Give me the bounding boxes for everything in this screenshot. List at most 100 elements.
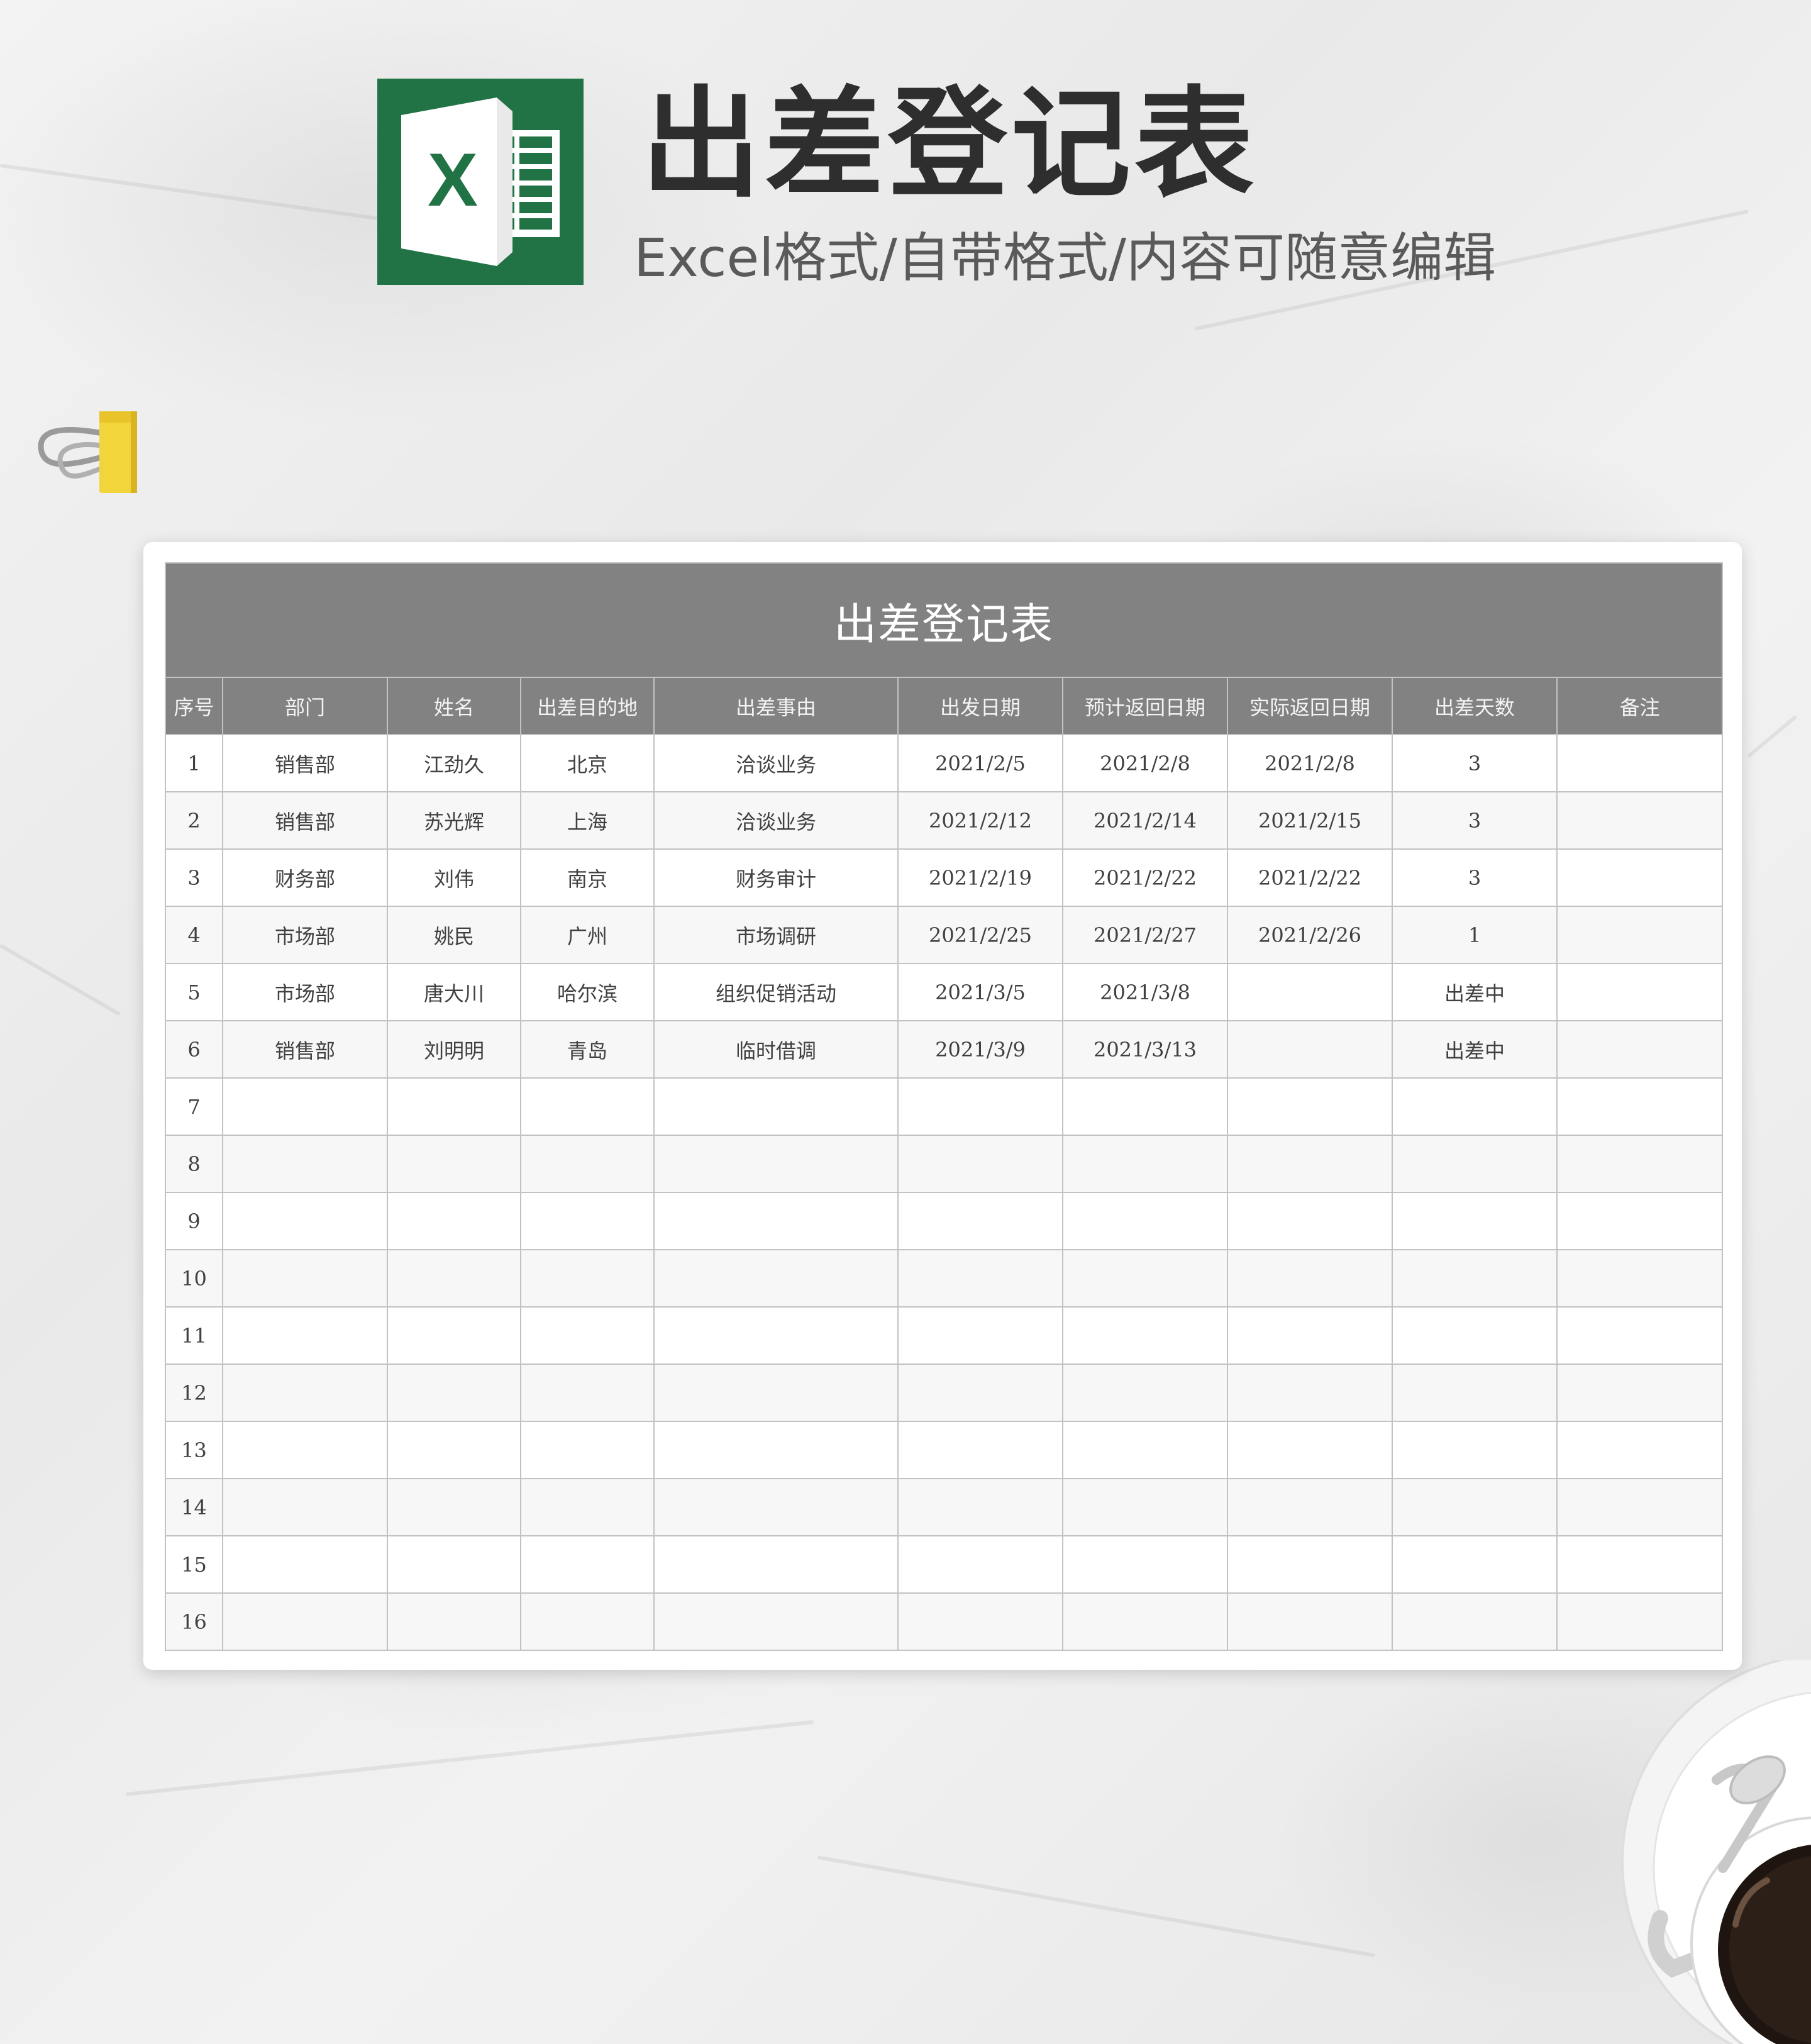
table-cell-destination[interactable]: 上海 — [520, 791, 655, 850]
table-cell-remarks[interactable] — [1556, 1249, 1724, 1308]
table-cell-department[interactable]: 销售部 — [222, 734, 388, 792]
table-cell-destination[interactable]: 青岛 — [520, 1020, 655, 1079]
table-cell-remarks[interactable] — [1556, 1077, 1724, 1136]
column-header-actual-return[interactable]: 实际返回日期 — [1227, 677, 1393, 735]
table-cell-index[interactable]: 2 — [165, 791, 223, 850]
table-cell-destination[interactable]: 南京 — [520, 848, 655, 907]
table-cell-index[interactable]: 6 — [165, 1020, 223, 1079]
table-cell-depart-date[interactable] — [897, 1192, 1063, 1250]
table-cell-actual-return[interactable]: 2021/2/8 — [1227, 734, 1393, 792]
table-cell-days[interactable]: 3 — [1392, 848, 1558, 907]
table-cell-name[interactable] — [387, 1478, 521, 1536]
table-cell-expected-return[interactable] — [1062, 1535, 1228, 1594]
table-cell-depart-date[interactable]: 2021/2/25 — [897, 906, 1063, 964]
table-cell-department[interactable] — [222, 1306, 388, 1365]
table-cell-remarks[interactable] — [1556, 1478, 1724, 1536]
table-cell-destination[interactable] — [520, 1192, 655, 1250]
table-cell-index[interactable]: 7 — [165, 1077, 223, 1136]
table-cell-purpose[interactable]: 组织促销活动 — [653, 963, 899, 1021]
table-cell-expected-return[interactable] — [1062, 1077, 1228, 1136]
table-cell-expected-return[interactable] — [1062, 1478, 1228, 1536]
table-cell-remarks[interactable] — [1556, 1192, 1724, 1250]
table-cell-expected-return[interactable] — [1062, 1306, 1228, 1365]
table-cell-depart-date[interactable]: 2021/2/12 — [897, 791, 1063, 850]
table-cell-purpose[interactable] — [653, 1421, 899, 1479]
table-cell-expected-return[interactable] — [1062, 1135, 1228, 1193]
table-cell-name[interactable] — [387, 1249, 521, 1308]
table-cell-expected-return[interactable] — [1062, 1421, 1228, 1479]
table-cell-expected-return[interactable]: 2021/2/22 — [1062, 848, 1228, 907]
column-header-index[interactable]: 序号 — [165, 677, 223, 735]
table-cell-department[interactable] — [222, 1364, 388, 1422]
table-cell-purpose[interactable] — [653, 1249, 899, 1308]
table-cell-expected-return[interactable] — [1062, 1364, 1228, 1422]
table-cell-index[interactable]: 5 — [165, 963, 223, 1021]
table-cell-remarks[interactable] — [1556, 1535, 1724, 1594]
table-cell-department[interactable] — [222, 1077, 388, 1136]
table-cell-depart-date[interactable] — [897, 1478, 1063, 1536]
table-cell-purpose[interactable]: 临时借调 — [653, 1020, 899, 1079]
table-cell-days[interactable] — [1392, 1192, 1558, 1250]
table-cell-remarks[interactable] — [1556, 734, 1724, 792]
table-cell-destination[interactable] — [520, 1306, 655, 1365]
table-cell-department[interactable]: 市场部 — [222, 963, 388, 1021]
table-cell-depart-date[interactable]: 2021/3/5 — [897, 963, 1063, 1021]
table-cell-actual-return[interactable]: 2021/2/26 — [1227, 906, 1393, 964]
table-cell-days[interactable] — [1392, 1421, 1558, 1479]
table-cell-destination[interactable] — [520, 1249, 655, 1308]
table-cell-name[interactable]: 唐大川 — [387, 963, 521, 1021]
table-cell-actual-return[interactable] — [1227, 1364, 1393, 1422]
table-cell-index[interactable]: 16 — [165, 1592, 223, 1651]
table-cell-days[interactable] — [1392, 1306, 1558, 1365]
table-cell-days[interactable] — [1392, 1478, 1558, 1536]
table-cell-purpose[interactable]: 财务审计 — [653, 848, 899, 907]
table-cell-expected-return[interactable]: 2021/3/8 — [1062, 963, 1228, 1021]
table-cell-purpose[interactable]: 洽谈业务 — [653, 791, 899, 850]
table-cell-index[interactable]: 10 — [165, 1249, 223, 1308]
table-cell-remarks[interactable] — [1556, 848, 1724, 907]
table-cell-expected-return[interactable] — [1062, 1192, 1228, 1250]
table-cell-actual-return[interactable]: 2021/2/22 — [1227, 848, 1393, 907]
table-cell-department[interactable] — [222, 1478, 388, 1536]
table-cell-index[interactable]: 9 — [165, 1192, 223, 1250]
table-cell-days[interactable]: 3 — [1392, 791, 1558, 850]
table-cell-expected-return[interactable]: 2021/3/13 — [1062, 1020, 1228, 1079]
table-cell-destination[interactable] — [520, 1478, 655, 1536]
table-cell-index[interactable]: 11 — [165, 1306, 223, 1365]
table-cell-name[interactable]: 江劲久 — [387, 734, 521, 792]
table-cell-purpose[interactable] — [653, 1306, 899, 1365]
table-cell-name[interactable] — [387, 1592, 521, 1651]
table-cell-name[interactable] — [387, 1135, 521, 1193]
table-cell-days[interactable]: 出差中 — [1392, 963, 1558, 1021]
table-cell-days[interactable]: 3 — [1392, 734, 1558, 792]
table-cell-actual-return[interactable] — [1227, 1020, 1393, 1079]
table-cell-actual-return[interactable] — [1227, 1249, 1393, 1308]
table-cell-purpose[interactable] — [653, 1077, 899, 1136]
table-cell-department[interactable] — [222, 1135, 388, 1193]
table-cell-days[interactable] — [1392, 1249, 1558, 1308]
table-cell-expected-return[interactable]: 2021/2/14 — [1062, 791, 1228, 850]
table-cell-days[interactable] — [1392, 1535, 1558, 1594]
table-cell-name[interactable] — [387, 1306, 521, 1365]
table-cell-department[interactable]: 市场部 — [222, 906, 388, 964]
table-cell-depart-date[interactable] — [897, 1535, 1063, 1594]
table-cell-actual-return[interactable] — [1227, 963, 1393, 1021]
table-cell-destination[interactable] — [520, 1592, 655, 1651]
table-cell-actual-return[interactable] — [1227, 1192, 1393, 1250]
table-cell-days[interactable]: 出差中 — [1392, 1020, 1558, 1079]
column-header-name[interactable]: 姓名 — [387, 677, 521, 735]
table-cell-destination[interactable] — [520, 1077, 655, 1136]
table-cell-department[interactable] — [222, 1421, 388, 1479]
table-cell-actual-return[interactable] — [1227, 1306, 1393, 1365]
table-cell-actual-return[interactable] — [1227, 1077, 1393, 1136]
table-cell-name[interactable] — [387, 1364, 521, 1422]
table-cell-index[interactable]: 8 — [165, 1135, 223, 1193]
table-cell-actual-return[interactable] — [1227, 1478, 1393, 1536]
table-cell-days[interactable] — [1392, 1135, 1558, 1193]
table-cell-department[interactable] — [222, 1249, 388, 1308]
table-cell-name[interactable] — [387, 1077, 521, 1136]
table-cell-depart-date[interactable]: 2021/2/5 — [897, 734, 1063, 792]
table-cell-days[interactable]: 1 — [1392, 906, 1558, 964]
table-cell-purpose[interactable]: 洽谈业务 — [653, 734, 899, 792]
table-cell-depart-date[interactable] — [897, 1077, 1063, 1136]
